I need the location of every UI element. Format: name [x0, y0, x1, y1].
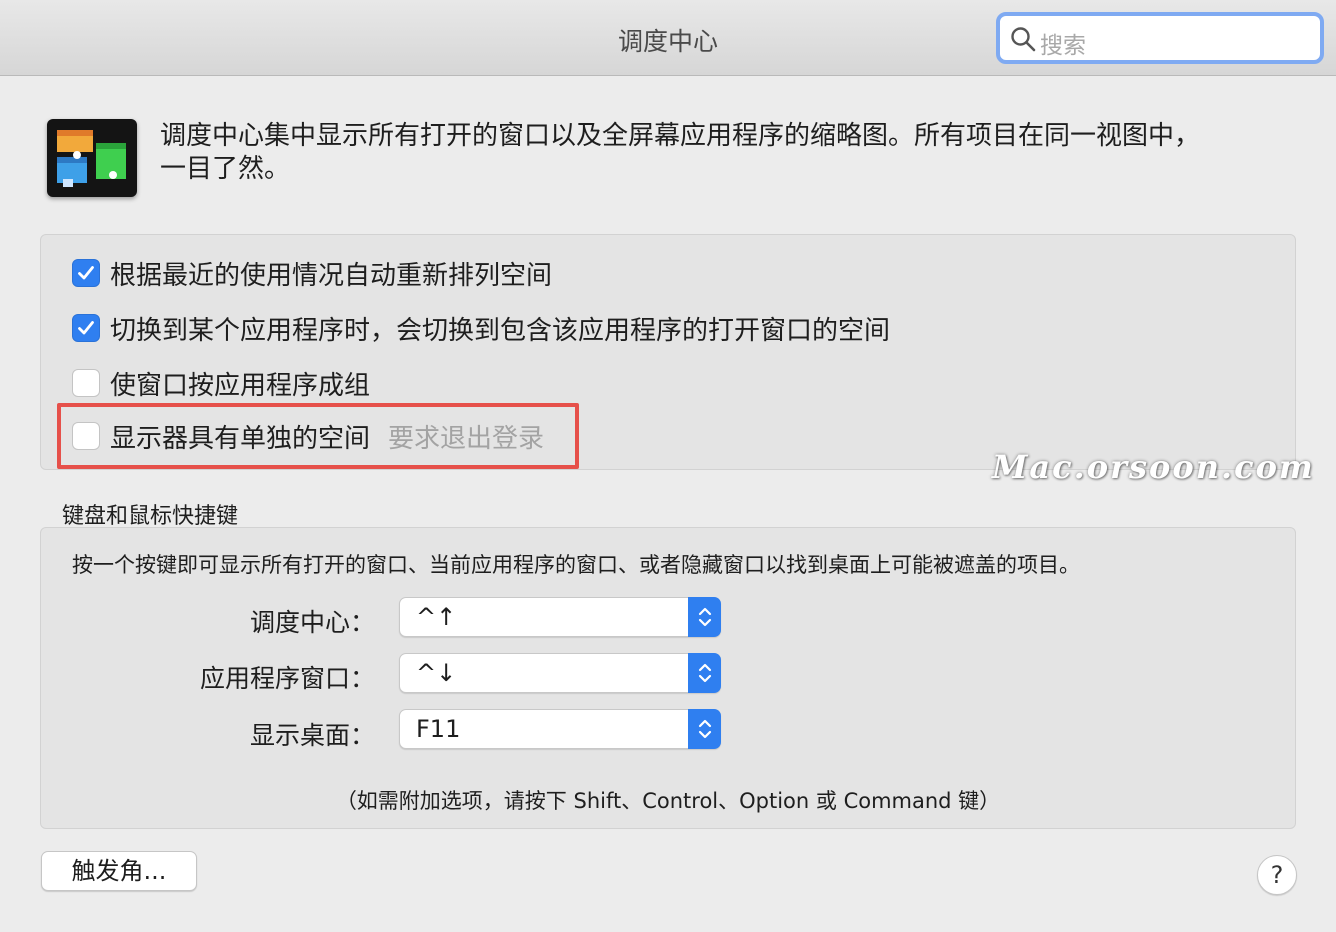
shortcut-label-app-windows: 应用程序窗口： [199, 664, 375, 693]
option-label: 切换到某个应用程序时，会切换到包含该应用程序的打开窗口的空间 [110, 315, 891, 346]
popup-value: ^↓ [416, 659, 457, 687]
shortcut-popup-app-windows[interactable]: ^↓ [399, 653, 721, 693]
shortcuts-section-title: 键盘和鼠标快捷键 [62, 504, 239, 529]
description-text: 调度中心集中显示所有打开的窗口以及全屏幕应用程序的缩略图。所有项目在同一视图中，… [160, 120, 1240, 186]
checkbox-checked[interactable] [72, 314, 100, 342]
checkbox-checked[interactable] [72, 259, 100, 287]
shortcut-popup-mission-control[interactable]: ^↑ [399, 597, 721, 637]
option-switch-to-space[interactable]: 切换到某个应用程序时，会切换到包含该应用程序的打开窗口的空间 [72, 313, 890, 346]
mission-control-window: 调度中心 搜索 调度中心集中显示所有打开的窗口以及全屏幕应用程序的缩略图。所有项… [0, 0, 1336, 932]
shortcuts-description: 按一个按键即可显示所有打开的窗口、当前应用程序的窗口、或者隐藏窗口以找到桌面上可… [72, 553, 1080, 577]
hot-corners-button[interactable]: 触发角... [41, 851, 197, 891]
shortcut-label-mission-control: 调度中心： [249, 608, 375, 637]
option-group-by-app[interactable]: 使窗口按应用程序成组 [72, 368, 370, 401]
highlight-annotation-box [57, 403, 579, 469]
search-icon [1011, 27, 1036, 52]
shortcut-label-show-desktop: 显示桌面： [249, 721, 375, 750]
title-bar: 调度中心 搜索 [0, 0, 1336, 76]
search-field[interactable]: 搜索 [996, 12, 1324, 64]
modifier-keys-footnote: （如需附加选项，请按下 Shift、Control、Option 或 Comma… [335, 789, 1001, 813]
popup-stepper-icon [688, 709, 721, 749]
checkmark-icon [78, 266, 94, 280]
watermark: Mac.orsoon.com [992, 448, 1315, 486]
checkmark-icon [78, 321, 94, 335]
mission-control-app-icon [47, 119, 137, 197]
description-line-1: 调度中心集中显示所有打开的窗口以及全屏幕应用程序的缩略图。所有项目在同一视图中， [160, 121, 1201, 151]
shortcut-popup-show-desktop[interactable]: F11 [399, 709, 721, 749]
description-line-2: 一目了然。 [160, 154, 291, 184]
popup-value: F11 [416, 715, 461, 743]
option-label: 根据最近的使用情况自动重新排列空间 [110, 260, 553, 291]
help-button[interactable]: ? [1257, 855, 1297, 895]
option-label: 使窗口按应用程序成组 [110, 370, 371, 401]
search-placeholder: 搜索 [1040, 33, 1086, 59]
popup-stepper-icon [688, 653, 721, 693]
checkbox-unchecked[interactable] [72, 369, 100, 397]
popup-value: ^↑ [416, 603, 457, 631]
popup-stepper-icon [688, 597, 721, 637]
option-auto-rearrange[interactable]: 根据最近的使用情况自动重新排列空间 [72, 258, 552, 291]
